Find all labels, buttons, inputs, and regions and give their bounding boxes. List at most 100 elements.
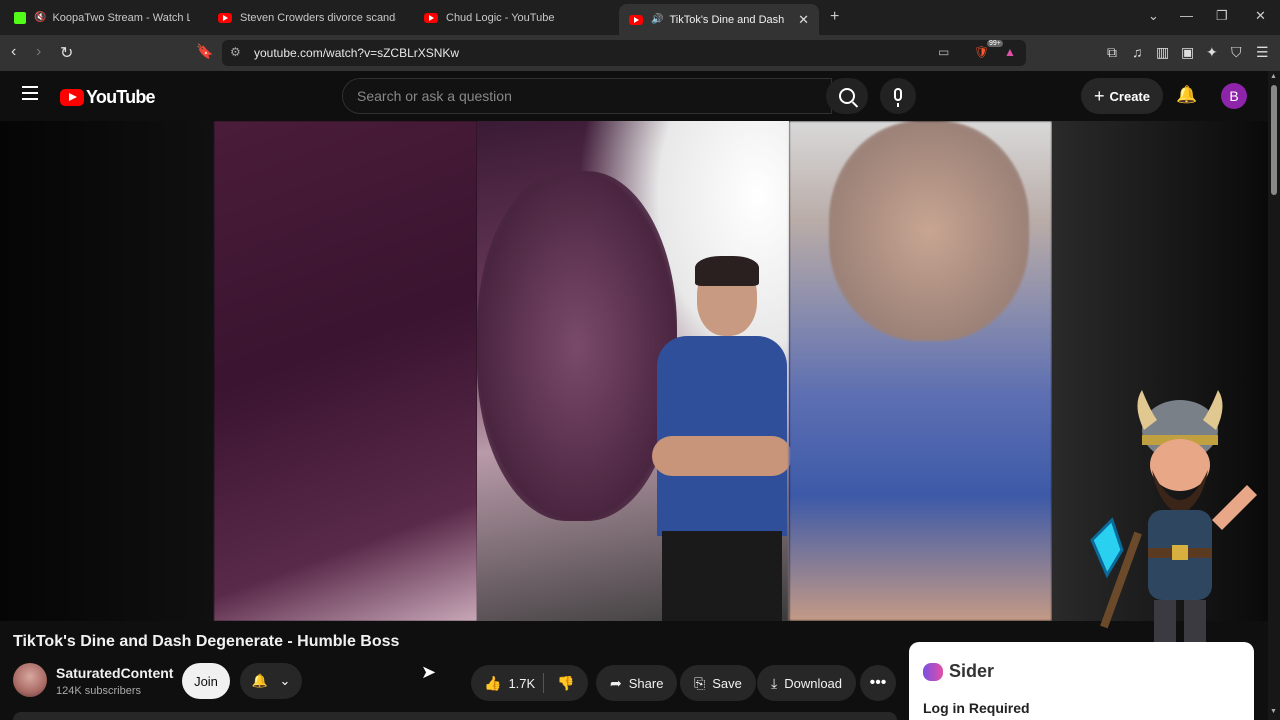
person-hair (695, 256, 759, 286)
rewards-icon[interactable]: ▲ (1004, 45, 1016, 59)
person-legs (662, 531, 782, 621)
bell-icon: 🔔 (251, 673, 268, 688)
site-settings-icon[interactable]: ⚙ (230, 45, 241, 59)
browser-tab-crowder[interactable]: Steven Crowders divorce scandal | RE (208, 0, 406, 35)
scroll-up-icon[interactable]: ▲ (1270, 73, 1277, 80)
restore-icon[interactable]: ❐ (1216, 8, 1228, 24)
back-icon[interactable]: ‹ (11, 43, 16, 61)
chevron-down-icon: ⌄ (279, 673, 291, 688)
channel-name[interactable]: SaturatedContent (56, 665, 173, 681)
muted-icon[interactable]: 🔇 (34, 12, 46, 23)
page-scrollbar[interactable]: ▲ ▼ (1268, 71, 1280, 720)
youtube-icon (60, 89, 84, 106)
cast-icon[interactable]: ▭ (938, 45, 949, 59)
download-label: Download (784, 675, 843, 691)
voice-search-button[interactable] (880, 78, 916, 114)
plus-icon: + (1094, 85, 1105, 106)
address-bar[interactable]: ⚙ youtube.com/watch?v=sZCBLrXSNKw ▭ 🛡 99… (222, 40, 1026, 66)
more-actions-button[interactable]: ••• (860, 665, 896, 701)
share-label: Share (628, 675, 664, 691)
account-avatar[interactable]: B (1221, 83, 1247, 109)
search-box (342, 78, 832, 114)
share-icon: ➦ (610, 674, 622, 691)
logo-text: YouTube (86, 87, 156, 107)
sider-brand-text: Sider (949, 661, 995, 681)
more-horizontal-icon: ••• (869, 674, 887, 691)
mouse-cursor-icon: ➤ (421, 662, 437, 682)
video-frame-center (477, 121, 792, 621)
youtube-logo[interactable]: YouTube (60, 87, 156, 108)
sider-brand: Sider (923, 661, 994, 682)
search-icon (839, 88, 855, 104)
video-frame-left (214, 121, 477, 621)
sider-login-message[interactable]: Log in Required (923, 700, 1030, 716)
extensions-icon[interactable]: ⧉ (1107, 44, 1117, 61)
close-tab-icon[interactable]: ✕ (798, 12, 809, 28)
video-letterbox-left (0, 121, 214, 621)
save-label: Save (712, 675, 742, 691)
join-button[interactable]: Join (182, 663, 230, 699)
create-button[interactable]: + Create (1081, 78, 1163, 114)
vpn-icon[interactable]: ⛉ (1231, 44, 1242, 61)
forward-icon[interactable]: › (36, 43, 41, 61)
thumbs-up-icon: 👍 (484, 674, 502, 691)
create-label: Create (1109, 88, 1150, 104)
brave-shield-icon[interactable]: 🛡 (974, 45, 989, 59)
tab-title: Steven Crowders divorce scandal | RE (240, 11, 396, 24)
youtube-header: YouTube + Create 🔔 B (0, 71, 1280, 121)
sider-brain-icon (923, 662, 943, 681)
browser-tab-active[interactable]: 🔊 TikTok's Dine and Dash Degen ✕ (619, 4, 819, 35)
description-box[interactable] (13, 712, 897, 720)
like-button[interactable]: 👍 1.7K (471, 675, 543, 692)
like-dislike-group: 👍 1.7K 👎 (471, 665, 588, 701)
reload-icon[interactable]: ↻ (60, 43, 73, 63)
browser-toolbar: ‹ › ↻ 🔖 ⚙ youtube.com/watch?v=sZCBLrXSNK… (0, 35, 1280, 71)
browser-tab-strip: 🔇 KoopaTwo Stream - Watch Live o Steven … (0, 0, 1280, 35)
sider-panel: Sider Log in Required (909, 642, 1254, 720)
bookmark-icon[interactable]: 🔖 (196, 43, 213, 60)
youtube-icon (629, 14, 643, 25)
download-button[interactable]: ⤓ Download (757, 665, 857, 701)
blurred-face (477, 171, 677, 521)
download-icon: ⤓ (771, 674, 778, 691)
audio-playing-icon[interactable]: 🔊 (651, 14, 663, 25)
sidebar-icon[interactable]: ▥ (1156, 44, 1169, 61)
blurred-face (829, 121, 1029, 341)
hamburger-menu-icon[interactable] (22, 86, 38, 100)
minimize-icon[interactable]: — (1180, 8, 1193, 23)
browser-menu-icon[interactable]: ☰ (1256, 44, 1269, 61)
subscriber-count: 124K subscribers (56, 685, 141, 697)
browser-tab-chud-logic[interactable]: Chud Logic - YouTube (414, 0, 612, 35)
youtube-icon (218, 12, 232, 23)
tab-title: Chud Logic - YouTube (446, 11, 555, 24)
dislike-button[interactable]: 👎 (544, 675, 588, 692)
bookmark-icon: ⎘ (694, 674, 706, 691)
chevron-down-icon[interactable]: ⌄ (1148, 8, 1159, 24)
new-tab-icon[interactable]: + (830, 8, 839, 26)
video-frame-right (789, 121, 1052, 621)
browser-tab-koopatwo[interactable]: 🔇 KoopaTwo Stream - Watch Live o (4, 0, 200, 35)
wallet-icon[interactable]: ▣ (1181, 44, 1194, 61)
person-crossed-arms (652, 436, 792, 476)
channel-avatar[interactable] (13, 663, 47, 697)
share-button[interactable]: ➦ Share (596, 665, 678, 701)
save-button[interactable]: ⎘ Save (680, 665, 756, 701)
music-icon[interactable]: ♫ (1132, 44, 1143, 60)
search-button[interactable] (826, 78, 868, 114)
kick-icon (14, 11, 26, 24)
shield-badge: 99+ (987, 40, 1003, 47)
scrollbar-thumb[interactable] (1271, 85, 1277, 195)
search-input[interactable] (343, 79, 831, 113)
leo-ai-icon[interactable]: ✦ (1206, 44, 1218, 61)
microphone-icon (894, 87, 902, 107)
close-window-icon[interactable]: ✕ (1255, 8, 1266, 24)
video-title: TikTok's Dine and Dash Degenerate - Humb… (13, 633, 400, 650)
notifications-bell-icon[interactable]: 🔔 (1176, 85, 1197, 105)
scroll-down-icon[interactable]: ▼ (1270, 708, 1277, 715)
like-count: 1.7K (508, 675, 536, 691)
youtube-icon (424, 12, 438, 23)
subscription-notifications-button[interactable]: 🔔 ⌄ (240, 663, 302, 699)
url-text[interactable]: youtube.com/watch?v=sZCBLrXSNKw (254, 46, 459, 60)
avatar-letter: B (1229, 88, 1239, 104)
tab-title: KoopaTwo Stream - Watch Live o (52, 11, 190, 24)
